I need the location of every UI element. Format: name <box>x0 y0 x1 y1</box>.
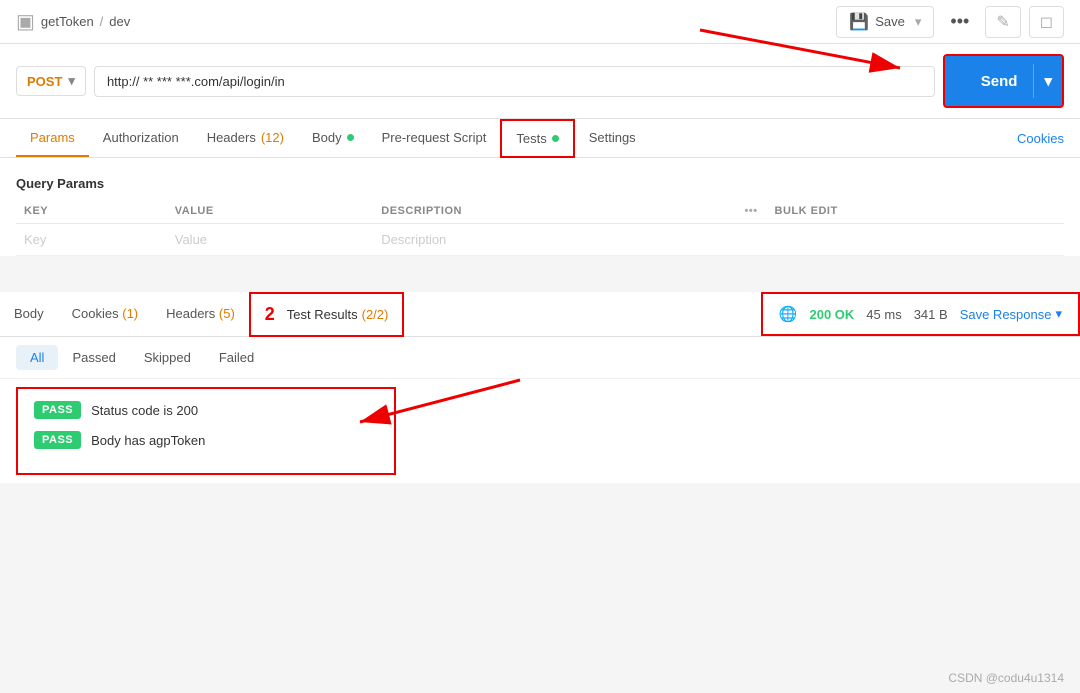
edit-button[interactable]: ✎ <box>985 6 1020 38</box>
header-actions: 💾 Save ▾ ••• ✎ ◻ <box>836 6 1064 38</box>
tab-cookies[interactable]: Cookies <box>1017 121 1064 156</box>
test-item-text-1: Status code is 200 <box>91 403 198 418</box>
bottom-tab-body[interactable]: Body <box>0 296 58 333</box>
body-dot <box>347 134 354 141</box>
pass-badge-2: PASS <box>34 431 81 449</box>
col-more-header: ••• <box>737 199 767 224</box>
value-cell[interactable]: Value <box>167 224 374 256</box>
test-results-list: PASS Status code is 200 PASS Body has ag… <box>18 389 394 473</box>
globe-icon: 🌐 <box>779 305 798 323</box>
bottom-tab-cookies[interactable]: Cookies (1) <box>58 296 152 333</box>
app-header: ▣ getToken / dev 💾 Save ▾ ••• ✎ ◻ <box>0 0 1080 44</box>
save-response-button[interactable]: Save Response ▾ <box>960 306 1062 322</box>
breadcrumb-sep: / <box>100 14 104 29</box>
filter-tab-passed[interactable]: Passed <box>58 345 129 370</box>
save-button[interactable]: 💾 Save ▾ <box>836 6 934 38</box>
tab-pre-request[interactable]: Pre-request Script <box>368 120 501 157</box>
breadcrumb-part2: dev <box>109 14 130 29</box>
tests-dot <box>552 135 559 142</box>
save-response-dropdown-icon: ▾ <box>1055 306 1062 322</box>
send-label: Send <box>965 65 1034 98</box>
breadcrumb: ▣ getToken / dev <box>16 9 130 34</box>
status-ok: 200 OK <box>809 307 854 322</box>
pass-badge-1: PASS <box>34 401 81 419</box>
url-input[interactable] <box>94 66 935 97</box>
bottom-tabs-section: Body Cookies (1) Headers (5) 2 Test Resu… <box>0 292 404 336</box>
tab-settings[interactable]: Settings <box>575 120 650 157</box>
breadcrumb-part1: getToken <box>41 14 94 29</box>
bottom-tab-test-results[interactable]: 2 Test Results (2/2) <box>249 292 405 337</box>
filter-tab-skipped[interactable]: Skipped <box>130 345 205 370</box>
tab-body[interactable]: Body <box>298 120 368 157</box>
tab-tests[interactable]: Tests <box>500 119 574 158</box>
tab-authorization[interactable]: Authorization <box>89 120 193 157</box>
save-dropdown-icon[interactable]: ▾ <box>915 14 922 30</box>
params-table: KEY VALUE DESCRIPTION ••• Bulk Edit Key … <box>16 199 1064 256</box>
key-cell[interactable]: Key <box>16 224 167 256</box>
filter-tabs: All Passed Skipped Failed <box>0 337 1080 379</box>
comment-button[interactable]: ◻ <box>1029 6 1064 38</box>
method-select[interactable]: POST ▾ <box>16 66 86 96</box>
response-size: 341 B <box>914 307 948 322</box>
bottom-tab-headers[interactable]: Headers (5) <box>152 296 249 333</box>
send-wrapper: Send ▾ 1 <box>943 54 1064 108</box>
request-bar: POST ▾ Send ▾ 1 <box>0 44 1080 119</box>
description-cell[interactable]: Description <box>373 224 736 256</box>
test-item-text-2: Body has agpToken <box>91 433 205 448</box>
annotation-2-label: 2 <box>265 304 283 325</box>
col-description-header: DESCRIPTION <box>373 199 736 224</box>
send-button[interactable]: Send ▾ <box>943 54 1064 108</box>
footer-text: CSDN @codu4u1314 <box>948 671 1064 685</box>
query-params-title: Query Params <box>16 168 1064 199</box>
bottom-section: Body Cookies (1) Headers (5) 2 Test Resu… <box>0 292 1080 483</box>
filter-tab-all[interactable]: All <box>16 345 58 370</box>
method-label: POST <box>27 74 62 89</box>
tab-headers[interactable]: Headers (12) <box>193 120 298 157</box>
col-bulk-edit-header[interactable]: Bulk Edit <box>767 199 1064 224</box>
tab-params[interactable]: Params <box>16 120 89 157</box>
right-status-section: 🌐 200 OK 45 ms 341 B Save Response ▾ <box>761 292 1080 336</box>
test-item-1: PASS Status code is 200 <box>34 401 378 419</box>
send-dropdown-icon[interactable]: ▾ <box>1033 64 1062 98</box>
col-value-header: VALUE <box>167 199 374 224</box>
response-time: 45 ms <box>866 307 901 322</box>
table-row: Key Value Description <box>16 224 1064 256</box>
section-divider <box>0 256 1080 272</box>
filter-tab-failed[interactable]: Failed <box>205 345 268 370</box>
query-params-section: Query Params KEY VALUE DESCRIPTION ••• B… <box>0 158 1080 256</box>
save-icon: 💾 <box>849 12 869 32</box>
test-results-box: PASS Status code is 200 PASS Body has ag… <box>16 387 396 475</box>
bottom-combined-bar: Body Cookies (1) Headers (5) 2 Test Resu… <box>0 292 1080 337</box>
col-key-header: KEY <box>16 199 167 224</box>
method-dropdown-icon: ▾ <box>68 73 75 89</box>
request-tabs-bar: Params Authorization Headers (12) Body P… <box>0 119 1080 158</box>
test-item-2: PASS Body has agpToken <box>34 431 378 449</box>
more-options-button[interactable]: ••• <box>942 6 977 37</box>
